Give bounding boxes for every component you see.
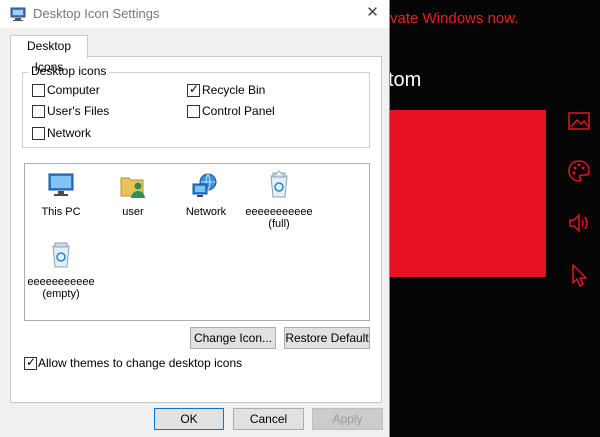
computer-checkbox[interactable]: [32, 84, 45, 97]
network-checkbox-label[interactable]: Network: [47, 126, 91, 140]
sound-icon[interactable]: [566, 210, 592, 236]
desktop-icon-settings-dialog: Desktop Icon Settings ✕ Desktop Icons De…: [0, 0, 390, 437]
network-checkbox[interactable]: [32, 127, 45, 140]
cursor-icon[interactable]: [566, 262, 592, 288]
title-bar[interactable]: Desktop Icon Settings ✕: [0, 0, 389, 28]
icon-list: This PC user Network eeeeeeeeeee (full) …: [24, 163, 370, 321]
recycle-bin-empty-icon: [52, 242, 70, 268]
recycle-bin-full-icon: [270, 170, 288, 198]
close-icon[interactable]: ✕: [356, 0, 389, 28]
computer-checkbox-label[interactable]: Computer: [47, 83, 100, 97]
recycle-bin-checkbox-label[interactable]: Recycle Bin: [202, 83, 265, 97]
check-icon: ✓: [189, 82, 200, 96]
apply-button[interactable]: Apply: [312, 408, 383, 430]
user-folder-icon: [120, 177, 145, 198]
item-label: eeeeeeeeeee (full): [245, 206, 313, 230]
ok-button[interactable]: OK: [154, 408, 224, 430]
check-icon: ✓: [26, 355, 37, 369]
item-label: Network: [185, 206, 227, 218]
tab-desktop-icons[interactable]: Desktop Icons: [10, 35, 88, 74]
users-files-checkbox[interactable]: [32, 105, 45, 118]
item-label: user: [122, 206, 144, 218]
palette-icon[interactable]: [566, 158, 592, 184]
theme-preview: [388, 110, 546, 277]
list-item[interactable]: eeeeeeeeeee (empty): [23, 240, 99, 300]
recycle-bin-checkbox[interactable]: ✓: [187, 82, 200, 97]
allow-themes-label[interactable]: Allow themes to change desktop icons: [38, 356, 242, 370]
allow-themes-checkbox[interactable]: ✓: [24, 355, 37, 370]
control-panel-checkbox-label[interactable]: Control Panel: [202, 104, 275, 118]
list-item[interactable]: Network: [168, 170, 244, 218]
change-icon-button[interactable]: Change Icon...: [190, 327, 276, 349]
picture-icon[interactable]: [566, 108, 592, 134]
list-item[interactable]: This PC: [23, 170, 99, 218]
network-icon: [192, 173, 217, 197]
item-label: eeeeeeeeeee (empty): [27, 276, 95, 300]
cancel-button[interactable]: Cancel: [233, 408, 304, 430]
list-item[interactable]: user: [95, 170, 171, 218]
item-label: This PC: [41, 206, 81, 218]
app-icon: [10, 6, 26, 22]
background-heading: tom: [388, 69, 422, 91]
users-files-checkbox-label[interactable]: User's Files: [47, 104, 109, 118]
activate-windows-text: vate Windows now.: [390, 10, 519, 27]
window-title: Desktop Icon Settings: [33, 6, 160, 21]
computer-icon: [48, 173, 74, 196]
control-panel-checkbox[interactable]: [187, 105, 200, 118]
restore-default-button[interactable]: Restore Default: [284, 327, 370, 349]
list-item[interactable]: eeeeeeeeeee (full): [241, 170, 317, 230]
